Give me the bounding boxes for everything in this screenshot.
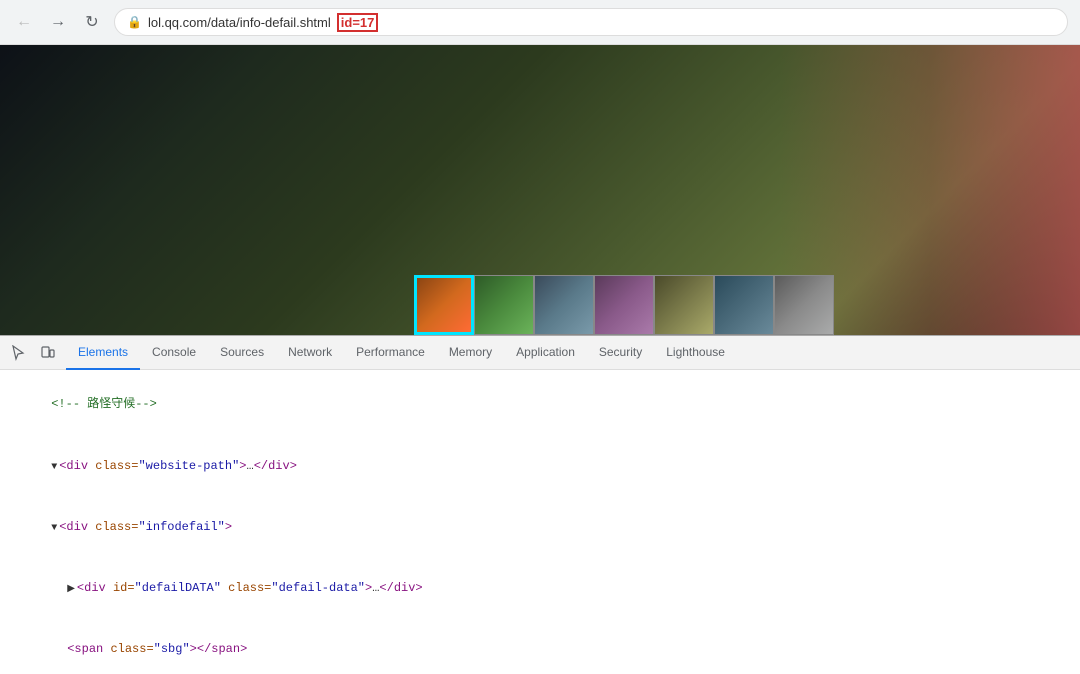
tab-elements[interactable]: Elements: [66, 336, 140, 370]
game-background: [0, 45, 1080, 335]
tab-performance[interactable]: Performance: [344, 336, 437, 370]
devtools-cursor-btn[interactable]: [4, 339, 32, 367]
tab-lighthouse[interactable]: Lighthouse: [654, 336, 737, 370]
html-line-defaildata: ▶<div id="defailDATA" class="defail-data…: [8, 558, 1072, 619]
html-line-span-sbg: <span class="sbg"></span>: [8, 619, 1072, 674]
tab-network[interactable]: Network: [276, 336, 344, 370]
tab-sources[interactable]: Sources: [208, 336, 276, 370]
url-highlight: id=17: [337, 13, 379, 32]
skin-thumbnail-2[interactable]: [534, 275, 594, 335]
nav-bar: ← → ↻ 🔒 lol.qq.com/data/info-defail.shtm…: [0, 0, 1080, 44]
devtools-toolbar: Elements Console Sources Network Perform…: [0, 336, 1080, 370]
back-button[interactable]: ←: [12, 10, 36, 34]
html-line-comment: <!-- 路怪守候-->: [8, 374, 1072, 435]
tab-security[interactable]: Security: [587, 336, 654, 370]
forward-button[interactable]: →: [46, 10, 70, 34]
address-bar[interactable]: 🔒 lol.qq.com/data/info-defail.shtml id=17: [114, 8, 1068, 36]
skin-thumbnail-1[interactable]: [474, 275, 534, 335]
tab-application[interactable]: Application: [504, 336, 587, 370]
browser-chrome: ← → ↻ 🔒 lol.qq.com/data/info-defail.shtm…: [0, 0, 1080, 45]
lock-icon: 🔒: [127, 15, 142, 29]
url-text: lol.qq.com/data/info-defail.shtml: [148, 15, 331, 30]
skin-thumbnail-0[interactable]: [414, 275, 474, 335]
html-line-website-path: ▼<div class="website-path">…</div>: [8, 435, 1072, 496]
tab-memory[interactable]: Memory: [437, 336, 504, 370]
devtools-left-icons: [4, 339, 62, 367]
triangle-icon[interactable]: ▼: [51, 462, 57, 473]
game-area: [0, 45, 1080, 335]
skin-thumbnail-6[interactable]: [774, 275, 834, 335]
triangle-icon[interactable]: ▶: [67, 584, 75, 595]
skin-thumbnail-5[interactable]: [714, 275, 774, 335]
triangle-icon[interactable]: ▼: [51, 523, 57, 534]
tab-console[interactable]: Console: [140, 336, 208, 370]
skin-thumbnail-3[interactable]: [594, 275, 654, 335]
devtools-html-content: <!-- 路怪守候--> ▼<div class="website-path">…: [0, 370, 1080, 674]
devtools-panel: Elements Console Sources Network Perform…: [0, 335, 1080, 674]
devtools-device-btn[interactable]: [34, 339, 62, 367]
devtools-tabs: Elements Console Sources Network Perform…: [66, 336, 737, 370]
skin-thumbnail-4[interactable]: [654, 275, 714, 335]
html-line-infodefail: ▼<div class="infodefail">: [8, 496, 1072, 557]
skin-thumbnails: [414, 275, 834, 335]
reload-button[interactable]: ↻: [80, 10, 104, 34]
